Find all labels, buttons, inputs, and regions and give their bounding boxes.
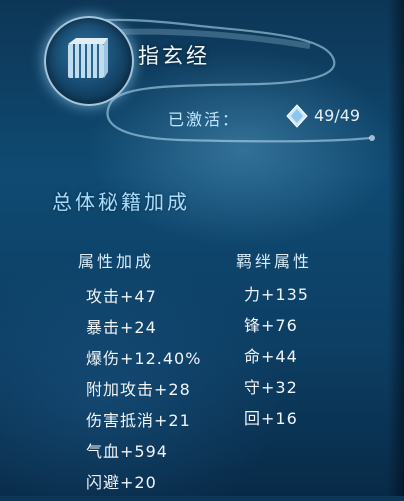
bond-item-guard: 守+32 — [244, 378, 298, 397]
scroll-book-icon — [68, 38, 108, 78]
stat-item-crit-damage: 爆伤+12.40% — [86, 349, 202, 368]
bond-item-recovery: 回+16 — [244, 409, 298, 428]
bonds-header: 羁绊属性 — [236, 252, 313, 271]
stat-item-damage-reduction: 伤害抵消+21 — [86, 411, 191, 430]
attribute-bonus-list: 攻击+47 暴击+24 爆伤+12.40% 附加攻击+28 伤害抵消+21 气血… — [86, 284, 201, 501]
activated-count: 49/49 — [314, 106, 361, 125]
page-title: 指玄经 — [138, 44, 210, 68]
tome-badge — [44, 16, 134, 106]
bond-item-strength: 力+135 — [244, 285, 309, 304]
stat-item-crit: 暴击+24 — [86, 318, 157, 337]
bond-item-accuracy: 命+44 — [244, 347, 298, 366]
attributes-header: 属性加成 — [78, 252, 155, 271]
bond-bonus-list: 力+135 锋+76 命+44 守+32 回+16 — [244, 282, 309, 437]
stat-item-bonus-attack: 附加攻击+28 — [86, 380, 191, 399]
bond-item-edge: 锋+76 — [244, 316, 298, 335]
stat-item-dodge: 闪避+20 — [86, 473, 157, 492]
activation-status: 已激活： 49/49 — [168, 104, 388, 130]
diamond-gem-icon — [286, 104, 308, 128]
section-title: 总体秘籍加成 — [52, 190, 190, 214]
activated-label: 已激活： — [168, 110, 241, 129]
stat-item-attack: 攻击+47 — [86, 287, 157, 306]
stat-item-hp: 气血+594 — [86, 442, 168, 461]
